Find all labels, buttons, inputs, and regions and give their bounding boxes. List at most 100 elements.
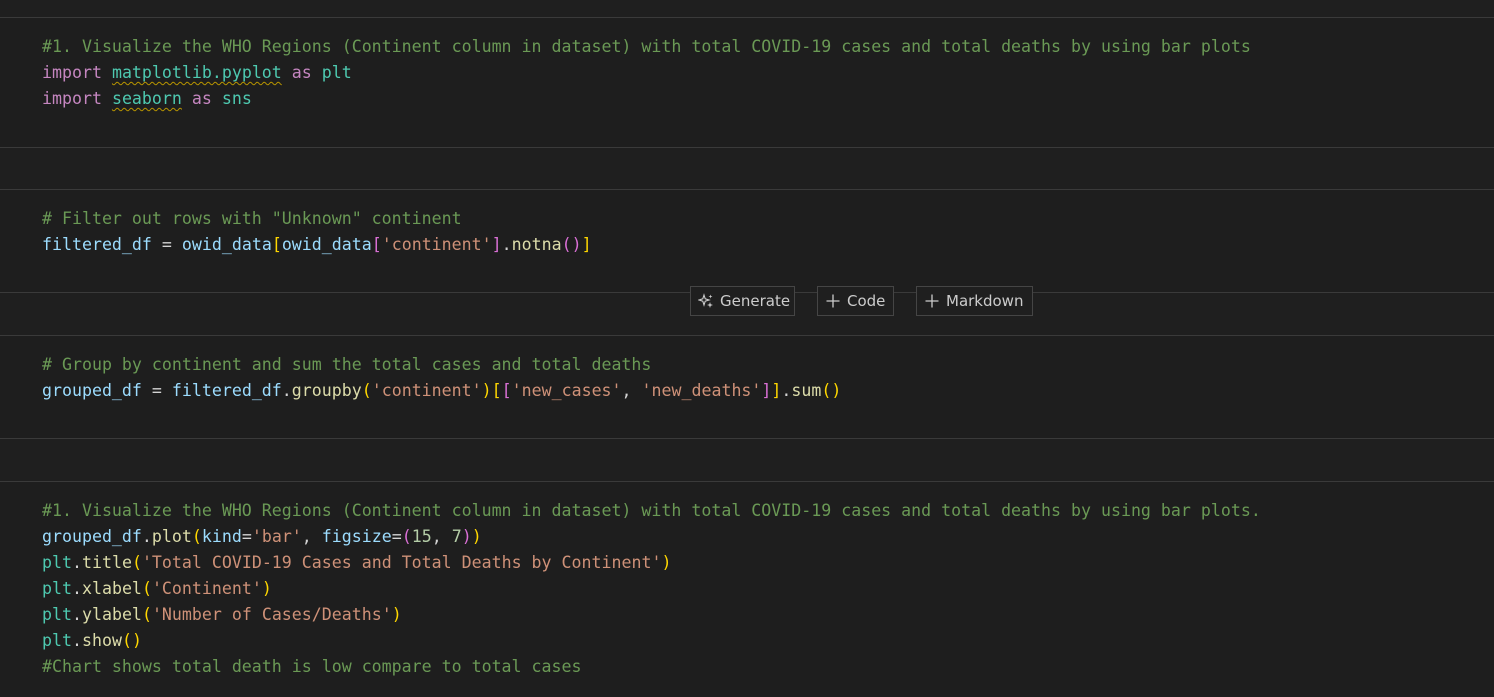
add-code-cell-button[interactable]: Code xyxy=(817,286,894,316)
code-token: . xyxy=(281,381,292,400)
code-token: ] xyxy=(771,381,782,400)
code-line: grouped_df.plot(kind='bar', figsize=(15,… xyxy=(42,524,1261,550)
code-token: groupby xyxy=(291,381,362,400)
code-token: ylabel xyxy=(81,605,142,624)
code-token: ) xyxy=(471,527,482,546)
code-cell-2[interactable]: # Filter out rows with "Unknown" contine… xyxy=(0,189,1494,293)
code-token: owid_data xyxy=(181,235,272,254)
code-token: sns xyxy=(221,89,252,108)
code-token: title xyxy=(81,553,132,572)
code-token: [ xyxy=(271,235,282,254)
code-token: 'new_deaths' xyxy=(641,381,762,400)
plus-icon xyxy=(924,293,940,309)
code-token: filtered_df xyxy=(171,381,282,400)
code-token: . xyxy=(71,553,82,572)
code-token: plt xyxy=(42,553,72,572)
code-token: = xyxy=(391,527,402,546)
code-line: grouped_df = filtered_df.groupby('contin… xyxy=(42,378,841,404)
code-token: plt xyxy=(42,579,72,598)
code-token: ( xyxy=(141,579,152,598)
code-token: [ xyxy=(371,235,382,254)
code-token: as xyxy=(191,89,212,108)
cell-gap xyxy=(0,439,1494,481)
code-token: kind xyxy=(201,527,242,546)
generate-label: Generate xyxy=(720,292,791,310)
code-editor-3[interactable]: # Group by continent and sum the total c… xyxy=(42,352,841,404)
code-token: #Chart shows total death is low compare … xyxy=(42,657,582,676)
code-token: [ xyxy=(501,381,512,400)
code-token: () xyxy=(121,631,142,650)
code-token: xlabel xyxy=(81,579,142,598)
code-cell-4[interactable]: #1. Visualize the WHO Regions (Continent… xyxy=(0,481,1494,697)
code-token: = xyxy=(151,235,182,254)
code-token: 'bar' xyxy=(251,527,302,546)
code-line: import matplotlib.pyplot as plt xyxy=(42,60,1251,86)
plus-icon xyxy=(825,293,841,309)
code-editor-4[interactable]: #1. Visualize the WHO Regions (Continent… xyxy=(42,498,1261,680)
code-line: # Group by continent and sum the total c… xyxy=(42,352,841,378)
code-token: grouped_df xyxy=(42,527,142,546)
code-editor-2[interactable]: # Filter out rows with "Unknown" contine… xyxy=(42,206,592,258)
sparkle-icon xyxy=(698,293,714,309)
code-line: plt.show() xyxy=(42,628,1261,654)
code-token: 7 xyxy=(451,527,462,546)
code-token: () xyxy=(821,381,842,400)
code-token: ) xyxy=(481,381,492,400)
code-token: ] xyxy=(581,235,592,254)
code-token: plt xyxy=(321,63,352,82)
code-token: matplotlib.pyplot xyxy=(111,63,282,82)
code-line: plt.title('Total COVID-19 Cases and Tota… xyxy=(42,550,1261,576)
code-token: , xyxy=(301,527,322,546)
code-token: 15 xyxy=(411,527,432,546)
code-token: . xyxy=(781,381,792,400)
code-editor-1[interactable]: #1. Visualize the WHO Regions (Continent… xyxy=(42,34,1251,112)
code-token: ( xyxy=(191,527,202,546)
code-token: . xyxy=(71,605,82,624)
code-token: = xyxy=(141,381,172,400)
code-token: , xyxy=(621,381,642,400)
code-token: notna xyxy=(511,235,562,254)
code-token: ) xyxy=(391,605,402,624)
code-cell-1[interactable]: #1. Visualize the WHO Regions (Continent… xyxy=(0,17,1494,148)
code-line: # Filter out rows with "Unknown" contine… xyxy=(42,206,592,232)
code-token: [ xyxy=(491,381,502,400)
code-token: 'Continent' xyxy=(151,579,262,598)
code-line: #1. Visualize the WHO Regions (Continent… xyxy=(42,498,1261,524)
add-markdown-cell-button[interactable]: Markdown xyxy=(916,286,1033,316)
code-token: 'Number of Cases/Deaths' xyxy=(151,605,392,624)
code-token: , xyxy=(431,527,452,546)
insert-cell-toolbar: Generate Code Markdown xyxy=(690,286,1033,318)
code-label: Code xyxy=(847,292,886,310)
code-token: 'continent' xyxy=(381,235,492,254)
code-token: # Group by continent and sum the total c… xyxy=(42,355,652,374)
code-token: plot xyxy=(151,527,192,546)
code-token: 'Total COVID-19 Cases and Total Deaths b… xyxy=(141,553,662,572)
code-token: #1. Visualize the WHO Regions (Continent… xyxy=(42,501,1261,520)
code-token: ) xyxy=(661,553,672,572)
code-token: = xyxy=(241,527,252,546)
code-cell-3[interactable]: # Group by continent and sum the total c… xyxy=(0,335,1494,439)
code-token: ( xyxy=(141,605,152,624)
code-token: plt xyxy=(42,605,72,624)
code-line: plt.xlabel('Continent') xyxy=(42,576,1261,602)
code-token: () xyxy=(561,235,582,254)
code-token: ( xyxy=(401,527,412,546)
code-token: owid_data xyxy=(281,235,372,254)
generate-button[interactable]: Generate xyxy=(690,286,795,316)
code-token: figsize xyxy=(321,527,392,546)
code-token: as xyxy=(291,63,312,82)
code-line: import seaborn as sns xyxy=(42,86,1251,112)
code-token: . xyxy=(71,579,82,598)
code-token: grouped_df xyxy=(42,381,142,400)
code-token: ) xyxy=(461,527,472,546)
code-token: . xyxy=(71,631,82,650)
code-line: #Chart shows total death is low compare … xyxy=(42,654,1261,680)
code-token: #1. Visualize the WHO Regions (Continent… xyxy=(42,37,1251,56)
code-token: ] xyxy=(491,235,502,254)
code-token: seaborn xyxy=(111,89,182,108)
